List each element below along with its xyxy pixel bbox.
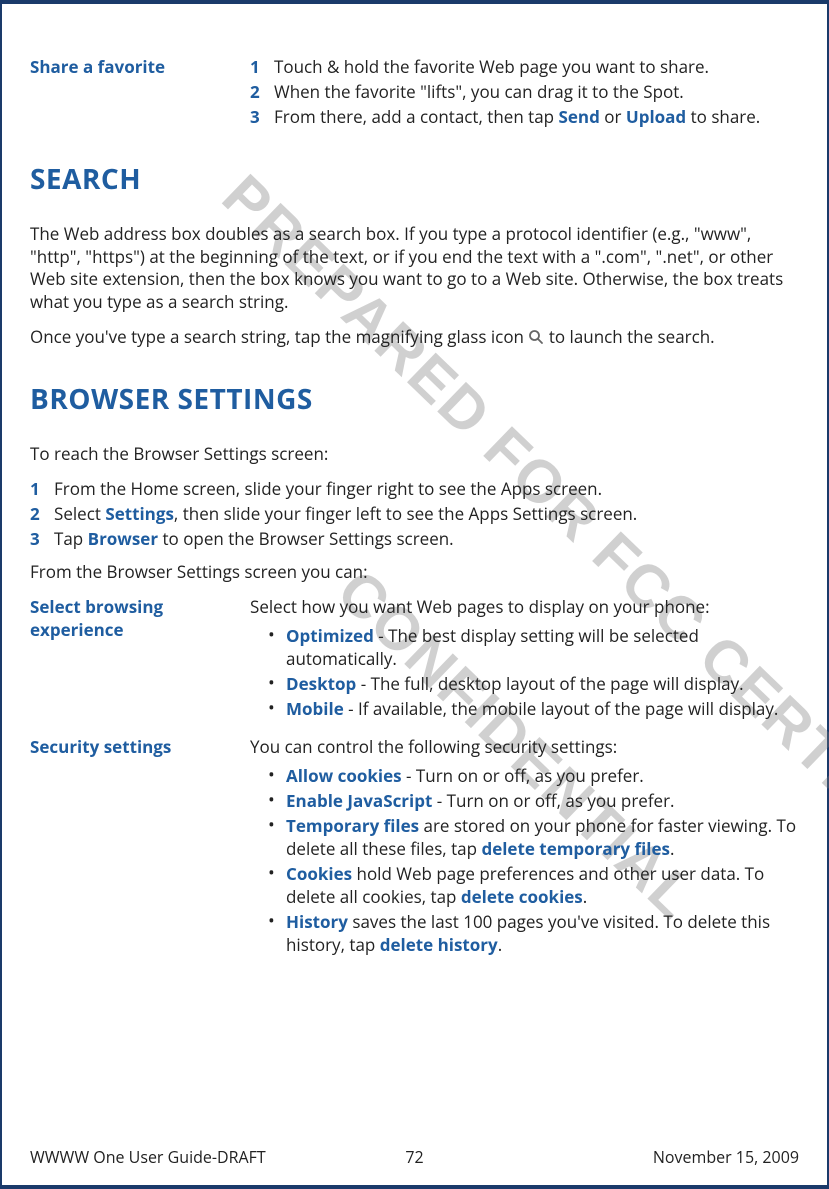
list-item: Cookies hold Web page preferences and ot… — [268, 863, 799, 909]
browser-from: From the Browser Settings screen you can… — [30, 561, 799, 584]
browser-intro: To reach the Browser Settings screen: — [30, 443, 799, 466]
step-text: When the favorite "lifts", you can drag … — [274, 81, 799, 104]
security-settings-section: Security settings You can control the fo… — [30, 736, 799, 958]
security-term: Security settings — [30, 736, 250, 958]
list-item: 2When the favorite "lifts", you can drag… — [250, 81, 799, 104]
list-item: Allow cookies - Turn on or off, as you p… — [268, 765, 799, 788]
footer-page-number: 72 — [30, 1147, 799, 1169]
security-intro: You can control the following security s… — [250, 736, 799, 759]
step-number: 1 — [250, 56, 274, 79]
share-favorite-section: Share a favorite 1Touch & hold the favor… — [30, 56, 799, 131]
search-heading: SEARCH — [30, 161, 799, 199]
list-item: 3Tap Browser to open the Browser Setting… — [30, 528, 799, 551]
list-item: Desktop - The full, desktop layout of th… — [268, 673, 799, 696]
list-item: Mobile - If available, the mobile layout… — [268, 698, 799, 721]
step-text: From there, add a contact, then tap Send… — [274, 106, 799, 129]
share-def: 1Touch & hold the favorite Web page you … — [250, 56, 799, 131]
browser-settings-heading: BROWSER SETTINGS — [30, 381, 799, 419]
browsing-experience-section: Select browsing experience Select how yo… — [30, 596, 799, 723]
search-para-1: The Web address box doubles as a search … — [30, 223, 799, 315]
step-number: 2 — [250, 81, 274, 104]
list-item: 1From the Home screen, slide your finger… — [30, 478, 799, 501]
magnifying-glass-icon — [528, 328, 544, 351]
step-text: Select Settings, then slide your finger … — [54, 503, 799, 526]
step-number: 3 — [250, 106, 274, 129]
list-item: 2Select Settings, then slide your finger… — [30, 503, 799, 526]
share-term: Share a favorite — [30, 56, 250, 131]
step-text: Tap Browser to open the Browser Settings… — [54, 528, 799, 551]
experience-intro: Select how you want Web pages to display… — [250, 596, 799, 619]
step-number: 3 — [30, 528, 54, 551]
list-item: Temporary files are stored on your phone… — [268, 815, 799, 861]
list-item: 3From there, add a contact, then tap Sen… — [250, 106, 799, 129]
list-item: History saves the last 100 pages you've … — [268, 911, 799, 957]
step-number: 2 — [30, 503, 54, 526]
list-item: 1Touch & hold the favorite Web page you … — [250, 56, 799, 79]
page-footer: WWWW One User Guide-DRAFT 72 November 15… — [30, 1147, 799, 1169]
step-text: Touch & hold the favorite Web page you w… — [274, 56, 799, 79]
list-item: Optimized - The best display setting wil… — [268, 625, 799, 671]
step-number: 1 — [30, 478, 54, 501]
search-para-2: Once you've type a search string, tap th… — [30, 326, 799, 351]
security-def: You can control the following security s… — [250, 736, 799, 958]
list-item: Enable JavaScript - Turn on or off, as y… — [268, 790, 799, 813]
step-text: From the Home screen, slide your finger … — [54, 478, 799, 501]
browsing-experience-term: Select browsing experience — [30, 596, 250, 723]
browsing-experience-def: Select how you want Web pages to display… — [250, 596, 799, 723]
